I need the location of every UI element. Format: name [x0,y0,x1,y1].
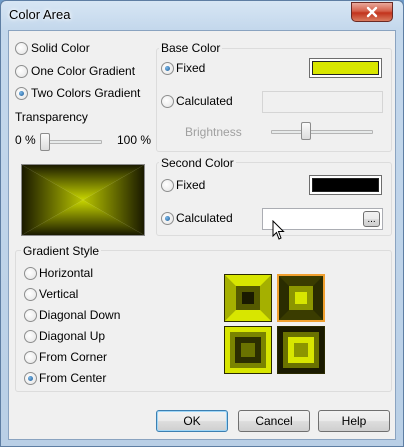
transparency-min-label: 0 % [15,133,36,147]
radio-two-colors-gradient[interactable] [15,87,28,100]
base-color-swatch[interactable] [309,58,382,78]
base-color-calculated-field [262,91,383,113]
gradient-preview [21,164,145,236]
style-from-corner-radio[interactable] [24,351,37,364]
gradient-preview-image [22,165,144,235]
style-diagonal-down-label[interactable]: Diagonal Down [39,308,120,322]
title-bar[interactable]: Color Area [1,1,403,29]
second-color-calculated-radio[interactable] [161,212,174,225]
radio-solid-color[interactable] [15,42,28,55]
gradient-variant-3[interactable] [224,326,272,374]
help-button-label: Help [341,414,367,428]
transparency-label: Transparency [15,110,88,124]
gradient-variant-2-selected[interactable] [277,274,325,322]
color-area-dialog: Color Area Solid Color One Color Gradien… [0,0,404,447]
close-icon [366,6,378,18]
ok-button[interactable]: OK [156,410,228,432]
radio-two-colors-gradient-label[interactable]: Two Colors Gradient [31,86,140,100]
radio-solid-color-label[interactable]: Solid Color [31,41,90,55]
second-color-title: Second Color [159,156,236,170]
style-diagonal-up-label[interactable]: Diagonal Up [39,329,105,343]
radio-one-color-gradient[interactable] [15,65,28,78]
transparency-slider-track[interactable] [42,140,102,144]
brightness-slider-track [271,130,373,134]
style-from-center-radio[interactable] [24,372,37,385]
second-color-browse-button[interactable]: ... [363,211,380,227]
base-color-fixed-radio[interactable] [161,62,174,75]
style-horizontal-radio[interactable] [24,267,37,280]
transparency-slider-thumb[interactable] [40,133,50,151]
style-from-corner-label[interactable]: From Corner [39,350,107,364]
base-color-calculated-radio[interactable] [161,95,174,108]
cancel-button-label: Cancel [255,414,293,428]
style-horizontal-label[interactable]: Horizontal [39,266,93,280]
gradient-style-title: Gradient Style [21,244,102,258]
style-diagonal-down-radio[interactable] [24,309,37,322]
style-vertical-radio[interactable] [24,288,37,301]
dialog-client-area: Solid Color One Color Gradient Two Color… [8,30,396,440]
help-button[interactable]: Help [318,410,390,432]
mouse-cursor-icon [272,220,285,240]
radio-one-color-gradient-label[interactable]: One Color Gradient [31,64,135,78]
gradient-variant-4[interactable] [277,326,325,374]
style-from-center-label[interactable]: From Center [39,371,106,385]
window-title: Color Area [9,7,71,22]
second-color-swatch[interactable] [309,175,382,195]
transparency-max-label: 100 % [117,133,152,147]
second-color-calculated-label[interactable]: Calculated [176,211,233,225]
cancel-button[interactable]: Cancel [238,410,310,432]
second-color-fixed-radio[interactable] [161,179,174,192]
brightness-slider-thumb [301,122,311,140]
ok-button-label: OK [183,414,201,428]
brightness-label: Brightness [185,125,242,139]
browse-button-label: ... [367,213,376,225]
second-color-fixed-label[interactable]: Fixed [176,178,205,192]
base-color-title: Base Color [159,41,223,55]
base-color-fixed-label[interactable]: Fixed [176,61,205,75]
style-vertical-label[interactable]: Vertical [39,287,78,301]
base-color-calculated-label[interactable]: Calculated [176,94,233,108]
gradient-variant-1[interactable] [224,274,272,322]
style-diagonal-up-radio[interactable] [24,330,37,343]
close-button[interactable] [351,2,393,22]
